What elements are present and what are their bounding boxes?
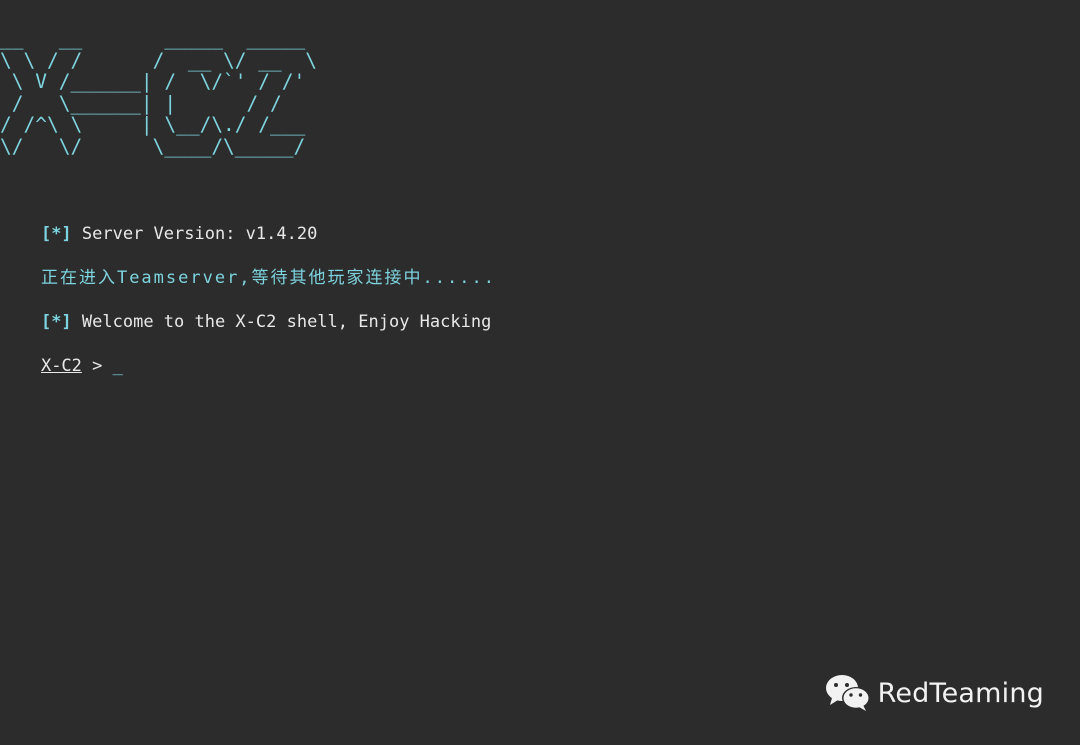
prompt-name: X-C2 (40, 356, 82, 376)
info-tag: [*] (40, 224, 72, 244)
wechat-icon (824, 673, 872, 713)
watermark: RedTeaming (824, 673, 1044, 713)
terminal-window[interactable]: __ __ _____ _____ \ \ / / / __ \/ __ \ \… (0, 0, 1080, 745)
prompt-separator: > (81, 356, 113, 376)
info-tag: [*] (40, 312, 72, 332)
x-c2-ascii-banner: __ __ _____ _____ \ \ / / / __ \/ __ \ \… (0, 27, 317, 158)
waiting-text: 正在进入Teamserver,等待其他玩家连接中...... (40, 268, 496, 288)
shell-prompt[interactable]: X-C2 > _ (0, 333, 123, 399)
server-version-text: Server Version: v1.4.20 (71, 224, 318, 244)
cursor[interactable]: _ (113, 356, 123, 376)
welcome-text: Welcome to the X-C2 shell, Enjoy Hacking (71, 312, 492, 332)
watermark-text: RedTeaming (877, 677, 1044, 709)
